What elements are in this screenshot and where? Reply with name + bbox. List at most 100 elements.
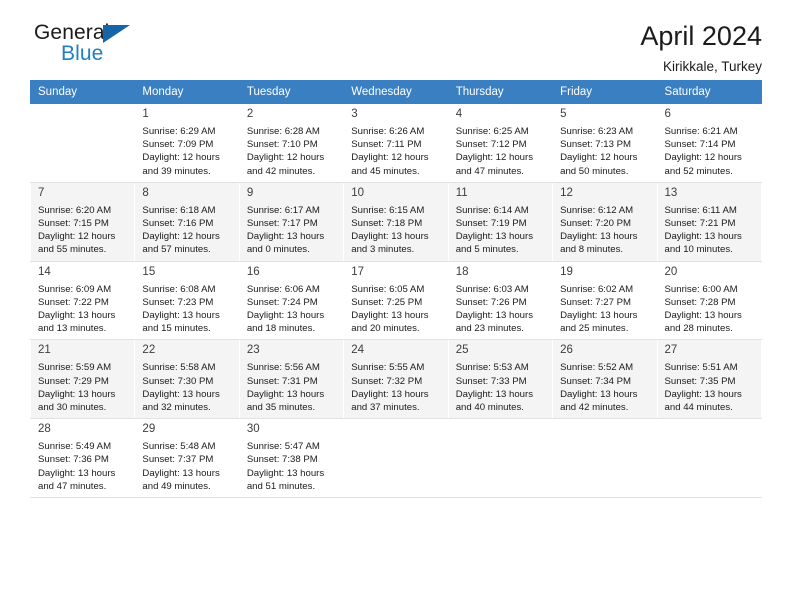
calendar-day-cell[interactable]: 17 Sunrise: 6:05 AM Sunset: 7:25 PM Dayligh…: [343, 260, 449, 341]
daylight-text-line2: and 39 minutes.: [142, 165, 211, 177]
daylight-text-line2: and 49 minutes.: [142, 480, 211, 492]
sunrise-text: Sunrise: 5:51 AM: [664, 362, 738, 374]
calendar-day-cell[interactable]: 29 Sunrise: 5:48 AM Sunset: 7:37 PM Dayligh…: [134, 418, 240, 499]
day-number: 29: [142, 423, 156, 436]
calendar-day-cell[interactable]: 10 Sunrise: 6:15 AM Sunset: 7:18 PM Dayligh…: [343, 181, 449, 262]
weekday-header-saturday: Saturday: [656, 80, 763, 104]
calendar-day-cell[interactable]: 12 Sunrise: 6:12 AM Sunset: 7:20 PM Dayligh…: [552, 181, 658, 262]
sunrise-text: Sunrise: 6:15 AM: [351, 204, 425, 216]
daylight-text-line1: Daylight: 12 hours: [455, 152, 534, 164]
daylight-text-line2: and 5 minutes.: [455, 244, 519, 256]
calendar-week-row: 1 Sunrise: 6:29 AM Sunset: 7:09 PM Daylight…: [29, 103, 763, 183]
day-cell-content: 3 Sunrise: 6:26 AM Sunset: 7:11 PM Daylight…: [344, 104, 447, 182]
day-cell-content: 7 Sunrise: 6:20 AM Sunset: 7:15 PM Daylight…: [31, 183, 134, 261]
calendar-day-cell[interactable]: 26 Sunrise: 5:52 AM Sunset: 7:34 PM Dayligh…: [552, 339, 658, 420]
weekday-header-row: Sunday Monday Tuesday Wednesday Thursday…: [29, 80, 763, 104]
day-number: 12: [560, 186, 573, 199]
calendar-day-cell[interactable]: 24 Sunrise: 5:55 AM Sunset: 7:32 PM Dayligh…: [343, 339, 449, 420]
day-number: 25: [455, 344, 469, 357]
sunrise-text: Sunrise: 6:20 AM: [38, 204, 112, 216]
day-cell-content: 18 Sunrise: 6:03 AM Sunset: 7:26 PM Dayligh…: [449, 262, 552, 340]
sunset-text: Sunset: 7:33 PM: [455, 375, 527, 387]
calendar-day-cell[interactable]: 21 Sunrise: 5:59 AM Sunset: 7:29 PM Dayligh…: [29, 339, 136, 420]
sunrise-text: Sunrise: 6:26 AM: [351, 126, 425, 137]
calendar-day-cell[interactable]: 27 Sunrise: 5:51 AM Sunset: 7:35 PM Dayligh…: [656, 339, 763, 420]
daylight-text-line1: Daylight: 13 hours: [351, 310, 429, 322]
calendar-day-cell[interactable]: 19 Sunrise: 6:02 AM Sunset: 7:27 PM Dayligh…: [552, 260, 658, 341]
day-cell-content: 17 Sunrise: 6:05 AM Sunset: 7:25 PM Dayligh…: [344, 262, 447, 340]
daylight-text-line2: and 42 minutes.: [560, 402, 629, 414]
daylight-text-line1: Daylight: 12 hours: [351, 152, 429, 164]
sunrise-text: Sunrise: 5:58 AM: [142, 362, 216, 374]
calendar-day-cell[interactable]: 13 Sunrise: 6:11 AM Sunset: 7:21 PM Dayligh…: [656, 181, 763, 262]
calendar-day-cell[interactable]: 28 Sunrise: 5:49 AM Sunset: 7:36 PM Dayligh…: [29, 418, 136, 499]
calendar-day-cell[interactable]: 2 Sunrise: 6:28 AM Sunset: 7:10 PM Daylight…: [238, 103, 345, 183]
calendar-day-cell[interactable]: 25 Sunrise: 5:53 AM Sunset: 7:33 PM Dayligh…: [447, 339, 554, 420]
calendar-day-cell[interactable]: 30 Sunrise: 5:47 AM Sunset: 7:38 PM Dayligh…: [238, 418, 345, 499]
daylight-text-line2: and 20 minutes.: [351, 323, 420, 335]
calendar-day-cell[interactable]: 15 Sunrise: 6:08 AM Sunset: 7:23 PM Dayligh…: [134, 260, 240, 341]
calendar-day-cell[interactable]: 16 Sunrise: 6:06 AM Sunset: 7:24 PM Dayligh…: [238, 260, 345, 341]
calendar-day-cell[interactable]: 1 Sunrise: 6:29 AM Sunset: 7:09 PM Daylight…: [134, 103, 240, 183]
sunset-text: Sunset: 7:35 PM: [664, 375, 736, 387]
day-cell-content: 19 Sunrise: 6:02 AM Sunset: 7:27 PM Dayligh…: [553, 262, 656, 340]
daylight-text-line1: Daylight: 13 hours: [455, 310, 534, 322]
calendar-week-row: 14 Sunrise: 6:09 AM Sunset: 7:22 PM Dayligh…: [29, 260, 763, 341]
calendar-day-cell[interactable]: 8 Sunrise: 6:18 AM Sunset: 7:16 PM Daylight…: [134, 181, 240, 262]
daylight-text-line1: Daylight: 13 hours: [560, 388, 638, 400]
calendar-day-cell[interactable]: 4 Sunrise: 6:25 AM Sunset: 7:12 PM Daylight…: [447, 103, 554, 183]
calendar-day-cell[interactable]: 7 Sunrise: 6:20 AM Sunset: 7:15 PM Daylight…: [29, 181, 136, 262]
sunrise-sunset-calendar: Sunday Monday Tuesday Wednesday Thursday…: [29, 80, 763, 499]
sunset-text: Sunset: 7:29 PM: [38, 375, 109, 387]
calendar-week-row: 21 Sunrise: 5:59 AM Sunset: 7:29 PM Dayligh…: [29, 339, 763, 420]
calendar-day-cell[interactable]: 18 Sunrise: 6:03 AM Sunset: 7:26 PM Dayligh…: [447, 260, 554, 341]
daylight-text-line2: and 45 minutes.: [351, 165, 420, 177]
daylight-text-line2: and 47 minutes.: [38, 480, 107, 492]
day-cell-content: 4 Sunrise: 6:25 AM Sunset: 7:12 PM Daylight…: [449, 104, 552, 182]
weekday-header-thursday: Thursday: [447, 80, 554, 104]
calendar-day-cell[interactable]: 14 Sunrise: 6:09 AM Sunset: 7:22 PM Dayligh…: [29, 260, 136, 341]
sunrise-text: Sunrise: 6:03 AM: [455, 283, 529, 295]
sunset-text: Sunset: 7:23 PM: [142, 296, 214, 308]
daylight-text-line1: Daylight: 13 hours: [246, 231, 325, 243]
daylight-text-line2: and 18 minutes.: [246, 323, 316, 335]
daylight-text-line2: and 3 minutes.: [351, 244, 415, 256]
sunrise-text: Sunrise: 6:25 AM: [455, 126, 529, 137]
day-cell-content: [344, 419, 447, 497]
calendar-day-cell[interactable]: 20 Sunrise: 6:00 AM Sunset: 7:28 PM Dayligh…: [656, 260, 763, 341]
weekday-header-monday: Monday: [134, 80, 240, 104]
calendar-day-cell[interactable]: 3 Sunrise: 6:26 AM Sunset: 7:11 PM Daylight…: [343, 103, 449, 183]
calendar-day-cell[interactable]: 22 Sunrise: 5:58 AM Sunset: 7:30 PM Dayligh…: [134, 339, 240, 420]
calendar-day-cell-empty: [656, 418, 763, 499]
daylight-text-line1: Daylight: 13 hours: [38, 310, 116, 322]
day-number: 26: [560, 344, 573, 357]
general-blue-logo[interactable]: General Blue: [30, 22, 145, 70]
calendar-day-cell[interactable]: 5 Sunrise: 6:23 AM Sunset: 7:13 PM Daylight…: [552, 103, 658, 183]
sunrise-text: Sunrise: 5:56 AM: [246, 362, 320, 374]
weekday-header-sunday: Sunday: [29, 80, 136, 104]
daylight-text-line1: Daylight: 13 hours: [560, 231, 638, 243]
day-cell-content: 6 Sunrise: 6:21 AM Sunset: 7:14 PM Daylight…: [658, 104, 761, 182]
day-number: 14: [38, 265, 51, 278]
calendar-day-cell[interactable]: 9 Sunrise: 6:17 AM Sunset: 7:17 PM Daylight…: [238, 181, 345, 262]
calendar-day-cell[interactable]: 6 Sunrise: 6:21 AM Sunset: 7:14 PM Daylight…: [656, 103, 763, 183]
logo-triangle-icon: [103, 25, 130, 43]
daylight-text-line2: and 52 minutes.: [664, 165, 733, 177]
calendar-day-cell[interactable]: 11 Sunrise: 6:14 AM Sunset: 7:19 PM Dayligh…: [447, 181, 554, 262]
sunrise-text: Sunrise: 6:21 AM: [664, 126, 738, 137]
calendar-day-cell[interactable]: 23 Sunrise: 5:56 AM Sunset: 7:31 PM Dayligh…: [238, 339, 345, 420]
calendar-day-cell-empty: [552, 418, 658, 499]
sunrise-text: Sunrise: 6:29 AM: [142, 126, 216, 137]
day-cell-content: [31, 104, 134, 182]
sunset-text: Sunset: 7:32 PM: [351, 375, 423, 387]
sunrise-text: Sunrise: 6:11 AM: [664, 204, 737, 216]
sunset-text: Sunset: 7:22 PM: [38, 296, 109, 308]
daylight-text-line2: and 44 minutes.: [664, 402, 733, 414]
day-cell-content: 20 Sunrise: 6:00 AM Sunset: 7:28 PM Dayligh…: [658, 262, 761, 340]
day-number: 2: [246, 108, 254, 120]
daylight-text-line1: Daylight: 12 hours: [246, 152, 325, 164]
sunset-text: Sunset: 7:16 PM: [142, 218, 214, 230]
day-cell-content: 12 Sunrise: 6:12 AM Sunset: 7:20 PM Dayligh…: [553, 183, 656, 261]
daylight-text-line2: and 28 minutes.: [664, 323, 733, 335]
sunrise-text: Sunrise: 6:17 AM: [246, 204, 320, 216]
